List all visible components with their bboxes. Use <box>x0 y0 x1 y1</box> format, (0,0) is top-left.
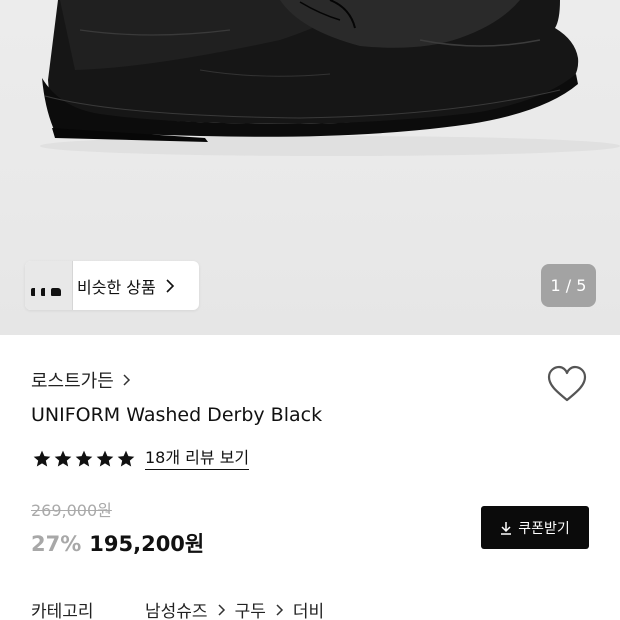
star-filled-icon <box>54 450 72 467</box>
brand-link[interactable]: 로스트가든 <box>31 367 132 393</box>
product-title: UNIFORM Washed Derby Black <box>31 404 323 426</box>
product-rating: 18개 리뷰 보기 <box>32 448 250 470</box>
heart-outline-icon[interactable] <box>546 365 588 403</box>
category-crumb-derby[interactable]: 더비 <box>293 597 324 620</box>
star-filled-icon <box>96 450 114 467</box>
coupon-label: 쿠폰받기 <box>518 520 570 537</box>
review-link[interactable]: 18개 리뷰 보기 <box>145 448 250 470</box>
similar-products-button[interactable]: 비슷한 상품 <box>25 261 199 310</box>
similar-thumbnails <box>25 261 73 310</box>
category-crumb-men-shoes[interactable]: 남성슈즈 <box>145 597 208 620</box>
similar-products-label: 비슷한 상품 <box>77 277 156 297</box>
category-label: 카테고리 <box>31 602 94 620</box>
coupon-download-button[interactable]: 쿠폰받기 <box>481 506 589 549</box>
star-filled-icon <box>33 450 51 467</box>
image-counter: 1 / 5 <box>541 264 596 307</box>
category-row: 카테고리 남성슈즈 구두 더비 <box>31 597 324 620</box>
chevron-right-icon <box>123 374 130 386</box>
discount-rate: 27% <box>31 532 82 556</box>
chevron-right-icon <box>276 603 283 616</box>
star-filled-icon <box>75 450 93 467</box>
category-crumb-dress-shoes[interactable]: 구두 <box>235 597 266 620</box>
download-icon <box>501 521 512 535</box>
product-image-gallery[interactable]: 비슷한 상품 1 / 5 <box>0 0 620 335</box>
sale-price: 195,200원 <box>89 532 205 556</box>
rating-stars <box>32 449 137 469</box>
price-row: 27% 195,200원 <box>31 528 204 558</box>
brand-name: 로스트가든 <box>31 371 114 392</box>
star-filled-icon <box>117 450 135 467</box>
chevron-right-icon <box>166 278 174 293</box>
similar-thumbnail <box>45 261 73 310</box>
original-price: 269,000원 <box>31 501 112 520</box>
chevron-right-icon <box>218 603 225 616</box>
